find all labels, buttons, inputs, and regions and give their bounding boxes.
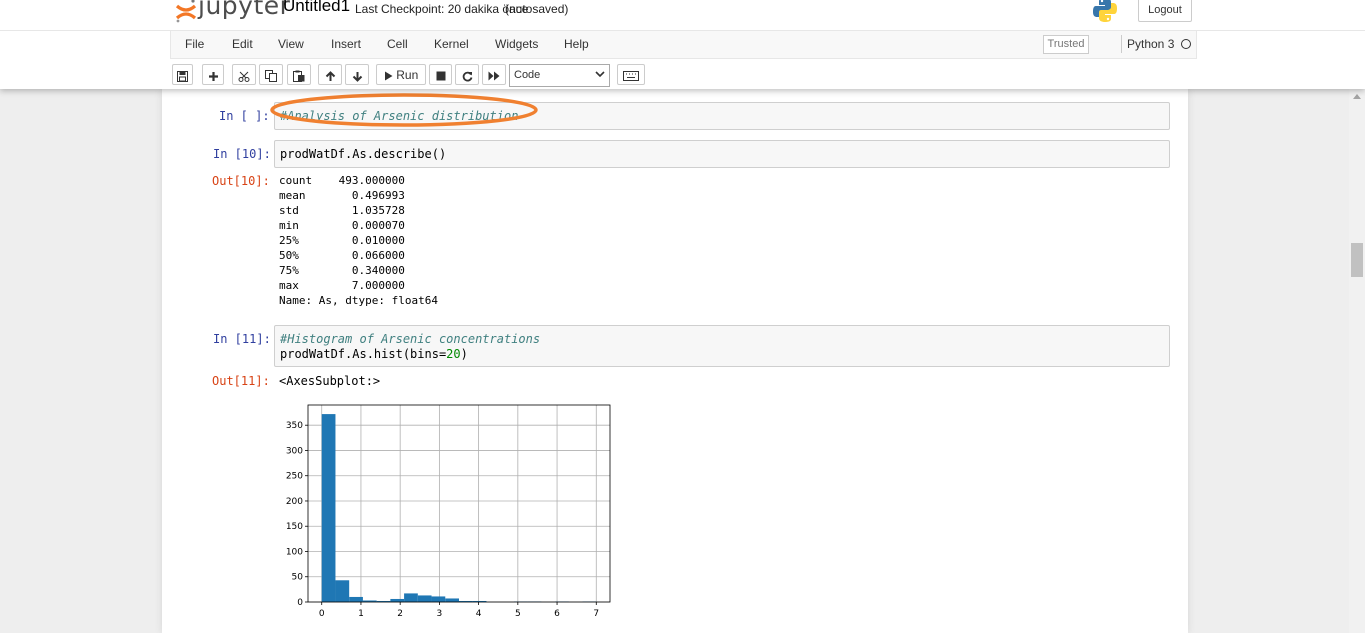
- cell-type-select[interactable]: Code: [509, 64, 610, 87]
- chevron-down-icon: [595, 71, 605, 78]
- y-tick-label: 100: [286, 547, 303, 557]
- histogram-bar: [390, 598, 405, 602]
- kernel-separator: [1121, 35, 1122, 53]
- insert-cell-button[interactable]: [202, 64, 224, 85]
- cell-prompt: In [11]:: [213, 332, 271, 346]
- python-logo-icon: [1093, 0, 1117, 22]
- save-icon: [177, 70, 188, 82]
- save-button[interactable]: [172, 64, 193, 85]
- checkpoint-status: Last Checkpoint: 20 dakika önce: [355, 2, 529, 16]
- x-tick-label: 3: [437, 609, 443, 619]
- move-down-button[interactable]: [345, 64, 369, 85]
- histogram-bar: [431, 596, 446, 602]
- y-tick-label: 0: [297, 598, 303, 608]
- code-line: prodWatDf.As.describe(): [280, 147, 447, 161]
- fast-forward-icon: [488, 71, 500, 81]
- scrollbar-thumb[interactable]: [1351, 243, 1363, 277]
- code-text: prodWatDf.As.hist(bins=: [280, 347, 447, 361]
- code-line: prodWatDf.As.hist(bins=20): [280, 347, 468, 361]
- notebook-name[interactable]: Untitled1: [283, 0, 350, 16]
- plus-icon: [208, 71, 218, 81]
- scissors-icon: [238, 71, 250, 82]
- plot-area: [308, 405, 610, 602]
- histogram-bar: [335, 580, 350, 602]
- jupyter-logo-icon: [175, 0, 197, 23]
- y-tick-label: 350: [286, 421, 303, 431]
- menu-view[interactable]: View: [278, 37, 304, 51]
- copy-button[interactable]: [259, 64, 283, 85]
- keyboard-icon: [623, 71, 639, 81]
- menu-bar: File Edit View Insert Cell Kernel Widget…: [170, 31, 1197, 59]
- logo-text: jupyter: [198, 0, 291, 20]
- restart-button[interactable]: [455, 64, 479, 85]
- code-cell-input[interactable]: prodWatDf.As.describe(): [274, 140, 1170, 168]
- x-tick-label: 2: [397, 609, 403, 619]
- logout-button[interactable]: Logout: [1138, 0, 1192, 22]
- y-tick-label: 300: [286, 446, 303, 456]
- kernel-idle-icon: [1181, 39, 1191, 49]
- x-tick-label: 6: [554, 609, 560, 619]
- x-tick-label: 4: [476, 609, 482, 619]
- cell-prompt: In [ ]:: [219, 109, 270, 123]
- play-icon: [384, 71, 393, 81]
- histogram-bar: [349, 596, 363, 602]
- arsenic-histogram-chart: 0 1 2 3 4 5 6 7 0 50 100 150 200 250 300 350: [286, 404, 611, 619]
- describe-output: count 493.000000 mean 0.496993 std 1.035…: [279, 174, 438, 307]
- menu-widgets[interactable]: Widgets: [495, 37, 538, 51]
- move-up-button[interactable]: [318, 64, 342, 85]
- autosave-status: (autosaved): [505, 2, 569, 16]
- y-tick-label: 200: [286, 497, 303, 507]
- notebook-header: jupyter Untitled1 Last Checkpoint: 20 da…: [0, 0, 1365, 89]
- menu-edit[interactable]: Edit: [232, 37, 253, 51]
- copy-icon: [265, 70, 277, 82]
- restart-run-all-button[interactable]: [482, 64, 506, 85]
- restart-icon: [462, 71, 472, 81]
- menu-help[interactable]: Help: [564, 37, 589, 51]
- histogram-bar: [321, 414, 336, 602]
- y-tick-label: 250: [286, 472, 303, 482]
- axes-output: <AxesSubplot:>: [279, 374, 381, 388]
- paste-icon: [293, 70, 305, 82]
- histogram-bar: [445, 598, 459, 602]
- x-tick-label: 1: [358, 609, 364, 619]
- command-palette-button[interactable]: [617, 64, 645, 85]
- arrow-up-icon: [325, 70, 335, 81]
- x-tick-label: 0: [319, 609, 325, 619]
- menu-file[interactable]: File: [185, 37, 204, 51]
- cell-prompt: In [10]:: [213, 147, 271, 161]
- code-number: 20: [446, 347, 461, 361]
- cell-type-value: Code: [514, 69, 541, 81]
- menu-insert[interactable]: Insert: [331, 37, 361, 51]
- code-line: #Histogram of Arsenic concentrations: [280, 332, 541, 346]
- cut-button[interactable]: [232, 64, 256, 85]
- highlight-circle-annotation: [270, 93, 538, 127]
- paste-button[interactable]: [287, 64, 311, 85]
- y-tick-label: 150: [286, 522, 303, 532]
- stop-icon: [436, 71, 445, 81]
- menu-kernel[interactable]: Kernel: [434, 37, 469, 51]
- output-prompt: Out[10]:: [212, 174, 270, 188]
- code-cell-input[interactable]: #Histogram of Arsenic concentrations pro…: [274, 325, 1170, 367]
- scroll-up-icon[interactable]: [1353, 94, 1361, 99]
- notebook-container: In [ ]: #Analysis of Arsenic distributio…: [162, 89, 1188, 633]
- x-tick-label: 7: [593, 609, 599, 619]
- histogram-bar: [404, 593, 418, 602]
- header-top-bar: jupyter Untitled1 Last Checkpoint: 20 da…: [0, 0, 1365, 31]
- page-scrollbar[interactable]: [1349, 89, 1365, 633]
- kernel-name[interactable]: Python 3: [1127, 37, 1174, 51]
- trusted-indicator[interactable]: Trusted: [1043, 35, 1089, 54]
- histogram-bar: [417, 595, 432, 602]
- arrow-down-icon: [352, 71, 362, 82]
- output-prompt: Out[11]:: [212, 374, 270, 388]
- menu-cell[interactable]: Cell: [387, 37, 408, 51]
- x-tick-label: 5: [515, 609, 521, 619]
- run-label: Run: [396, 68, 419, 82]
- code-text: ): [460, 347, 468, 361]
- interrupt-button[interactable]: [429, 64, 452, 85]
- y-tick-label: 50: [292, 573, 304, 583]
- run-button[interactable]: Run: [376, 64, 426, 85]
